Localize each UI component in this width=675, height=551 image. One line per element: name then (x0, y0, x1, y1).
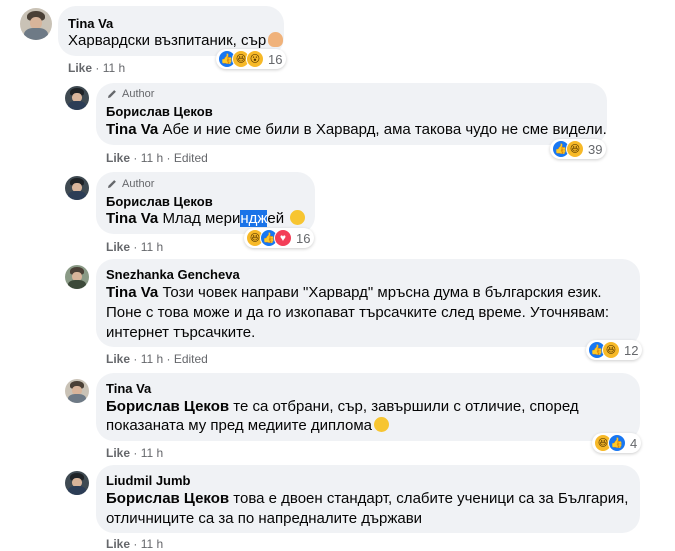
like-reaction-icon: 👍 (608, 434, 626, 452)
reaction-count: 16 (296, 230, 311, 246)
wow-reaction-icon: 😮 (246, 50, 264, 68)
comment-meta: Like · 11 h (106, 537, 164, 551)
mention-link[interactable]: Tina Va (106, 121, 158, 138)
haha-reaction-icon: 😆 (602, 341, 620, 359)
comment-author-name[interactable]: Tina Va (106, 381, 151, 396)
comment-text: Борислав Цеков те са отбрани, сър, завър… (106, 397, 579, 417)
comment-text-after: ей (267, 210, 285, 227)
author-badge-label: Author (122, 178, 155, 190)
comment-text: Tina Va Абе и ние сме били в Харвард, ам… (106, 120, 607, 140)
mention-link[interactable]: Борислав Цеков (106, 398, 229, 415)
like-button[interactable]: Like (68, 61, 92, 75)
comment-meta: Like · 11 h (68, 61, 126, 75)
comment-meta: Like · 11 h · Edited (106, 352, 208, 366)
smile-emoji-icon (290, 210, 306, 225)
comment-timestamp[interactable]: 11 h (141, 151, 163, 165)
edited-label: Edited (173, 151, 208, 165)
comment-meta: Like · 11 h · Edited (106, 151, 208, 165)
reaction-count: 4 (630, 435, 638, 451)
like-button[interactable]: Like (106, 240, 130, 254)
comment-timestamp[interactable]: 11 h (141, 352, 163, 366)
pencil-icon (108, 90, 116, 98)
comment-text: Tina Va Този човек направи "Харвард" мръ… (106, 283, 602, 303)
avatar[interactable] (65, 379, 89, 403)
comment-author-name[interactable]: Liudmil Jumb (106, 473, 191, 488)
comment-text-line: Този човек направи "Харвард" мръсна дума… (162, 284, 602, 301)
avatar[interactable] (20, 8, 52, 40)
selected-text-highlight: ндж (240, 210, 268, 227)
comment-meta: Like · 11 h (106, 446, 164, 460)
comment-author-name[interactable]: Борислав Цеков (106, 104, 213, 119)
comment-text-line: отличниците са за по напредналите държав… (106, 510, 423, 527)
mention-link[interactable]: Tina Va (106, 210, 158, 227)
avatar[interactable] (65, 86, 89, 110)
comment-meta: Like · 11 h (106, 240, 164, 254)
mention-link[interactable]: Tina Va (106, 284, 158, 301)
reactions-summary[interactable]: 😆 👍 4 (592, 433, 642, 453)
reactions-summary[interactable]: 😆 👍 ♥ 16 (244, 228, 315, 248)
person-emoji-icon (268, 32, 284, 47)
reactions-summary[interactable]: 👍 😆 12 (586, 340, 643, 360)
like-button[interactable]: Like (106, 446, 130, 460)
avatar[interactable] (65, 176, 89, 200)
comment-text: Харвардски възпитаник, сър (68, 31, 284, 51)
mention-link[interactable]: Борислав Цеков (106, 490, 229, 507)
like-button[interactable]: Like (106, 537, 130, 551)
comment-timestamp[interactable]: 11 h (141, 537, 163, 551)
comment-timestamp[interactable]: 11 h (141, 446, 163, 460)
reactions-summary[interactable]: 👍 😆 39 (550, 139, 607, 159)
love-reaction-icon: ♥ (274, 229, 292, 247)
comment-text-line: интернет търсачките. (106, 324, 256, 341)
author-badge: Author (106, 88, 154, 100)
like-button[interactable]: Like (106, 151, 130, 165)
reaction-count: 16 (268, 51, 283, 67)
haha-reaction-icon: 😆 (566, 140, 584, 158)
comment-text-body: Харвардски възпитаник, сър (68, 32, 267, 49)
reactions-summary[interactable]: 👍 😆 😮 16 (216, 49, 287, 69)
author-badge: Author (106, 178, 154, 190)
monocle-emoji-icon (374, 417, 390, 432)
comment-author-name[interactable]: Tina Va (68, 16, 113, 31)
avatar[interactable] (65, 471, 89, 495)
author-badge-label: Author (122, 88, 155, 100)
comment-author-name[interactable]: Борислав Цеков (106, 194, 213, 209)
comment-text-line: показаната му пред медиите диплома (106, 417, 373, 434)
comment-text-line: това е двоен стандарт, слабите ученици с… (233, 490, 629, 507)
pencil-icon (108, 180, 116, 188)
comment-text-line: те са отбрани, сър, завършили с отличие,… (233, 398, 579, 415)
edited-label: Edited (173, 352, 208, 366)
comment-text-line: Поне с това може и да го изкопават търса… (106, 304, 610, 321)
comment-author-name[interactable]: Snezhanka Gencheva (106, 267, 240, 282)
comment-text: Борислав Цеков това е двоен стандарт, сл… (106, 489, 628, 509)
comment-timestamp[interactable]: 11 h (103, 61, 125, 75)
comment-timestamp[interactable]: 11 h (141, 240, 163, 254)
comment-text-before: Млад мери (162, 210, 241, 227)
comment-text: Tina Va Млад меринджей (106, 209, 306, 229)
comment-text-body: Абе и ние сме били в Харвард, ама такова… (162, 121, 607, 138)
avatar[interactable] (65, 265, 89, 289)
reaction-count: 39 (588, 141, 603, 157)
comment-text: показаната му пред медиите диплома (106, 416, 390, 436)
reaction-count: 12 (624, 342, 639, 358)
like-button[interactable]: Like (106, 352, 130, 366)
